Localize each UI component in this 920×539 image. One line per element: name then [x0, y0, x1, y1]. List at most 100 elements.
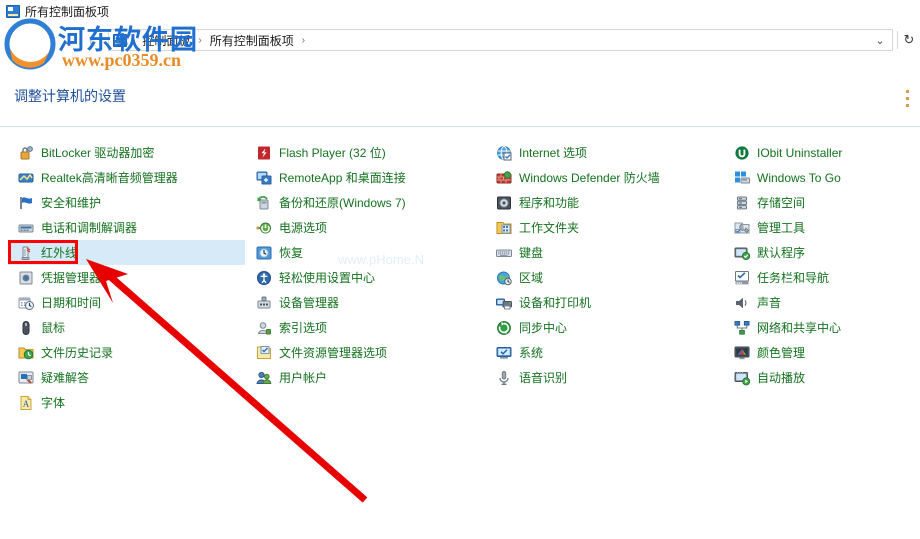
column-3: Internet 选项 Windows Defender 防火墙 程序和功能 工… — [492, 140, 724, 390]
control-panel-item-label: 凭据管理器 — [41, 271, 102, 285]
control-panel-item[interactable]: 网络和共享中心 — [730, 315, 915, 340]
realtek-audio-icon — [18, 170, 34, 186]
control-panel-item-label: 网络和共享中心 — [757, 321, 842, 335]
control-panel-item-label: 默认程序 — [757, 246, 806, 260]
date-time-icon — [18, 295, 34, 311]
control-panel-item[interactable]: 管理工具 — [730, 215, 915, 240]
system-icon — [496, 345, 512, 361]
control-panel-item-label: 存储空间 — [757, 196, 806, 210]
header-divider — [0, 126, 920, 127]
control-panel-item[interactable]: 安全和维护 — [14, 190, 246, 215]
address-field[interactable]: › 控制面板 › 所有控制面板项 › ⌄ — [108, 29, 893, 51]
control-panel-item[interactable]: 默认程序 — [730, 240, 915, 265]
control-panel-item[interactable]: 电源选项 — [252, 215, 490, 240]
control-panel-item-label: RemoteApp 和桌面连接 — [279, 171, 406, 185]
indexing-options-icon — [256, 320, 272, 336]
breadcrumb-separator-end[interactable]: › — [301, 35, 306, 46]
refresh-icon[interactable]: ↻ — [898, 30, 920, 50]
control-panel-item-label: 设备管理器 — [279, 296, 340, 310]
control-panel-item-label: 轻松使用设置中心 — [279, 271, 376, 285]
control-panel-item-label: 工作文件夹 — [519, 221, 580, 235]
control-panel-item[interactable]: 声音 — [730, 290, 915, 315]
sync-center-icon — [496, 320, 512, 336]
control-panel-item-label: IObit Uninstaller — [757, 145, 843, 160]
control-panel-item[interactable]: Windows To Go — [730, 165, 915, 190]
control-panel-item[interactable]: 轻松使用设置中心 — [252, 265, 490, 290]
control-panel-item-label: 疑难解答 — [41, 371, 90, 385]
administrative-tools-icon — [734, 220, 750, 236]
svg-text:A: A — [23, 399, 30, 409]
control-panel-item[interactable]: 日期和时间 — [14, 290, 246, 315]
control-panel-item-label: 鼠标 — [41, 321, 66, 335]
control-panel-item[interactable]: Flash Player (32 位) — [252, 140, 490, 165]
window-title: 所有控制面板项 — [25, 4, 110, 19]
address-right-controls: ⌄ — [870, 30, 890, 50]
control-panel-item[interactable]: 电话和调制解调器 — [14, 215, 246, 240]
device-manager-icon — [256, 295, 272, 311]
control-panel-item[interactable]: Realtek高清晰音频管理器 — [14, 165, 246, 190]
control-panel-item-label: Flash Player (32 位) — [279, 146, 386, 160]
control-panel-item[interactable]: 设备管理器 — [252, 290, 490, 315]
control-panel-item-label: 备份和还原(Windows 7) — [279, 196, 406, 210]
control-panel-item-label: 文件资源管理器选项 — [279, 346, 388, 360]
control-panel-item[interactable]: 系统 — [492, 340, 724, 365]
control-panel-item-label: 恢复 — [279, 246, 304, 260]
control-panel-item[interactable]: 存储空间 — [730, 190, 915, 215]
control-panel-item[interactable]: 文件历史记录 — [14, 340, 246, 365]
column-1: BitLocker 驱动器加密 Realtek高清晰音频管理器 安全和维护 电话… — [14, 140, 246, 415]
chevron-down-icon[interactable]: ⌄ — [870, 30, 890, 50]
control-panel-item[interactable]: Windows Defender 防火墙 — [492, 165, 724, 190]
region-icon — [496, 270, 512, 286]
breadcrumb-all-items[interactable]: 所有控制面板项 — [206, 31, 298, 50]
control-panel-item[interactable]: 键盘 — [492, 240, 724, 265]
control-panel-item[interactable]: 颜色管理 — [730, 340, 915, 365]
default-programs-icon — [734, 245, 751, 261]
keyboard-icon — [496, 245, 512, 261]
control-panel-item[interactable]: 文件资源管理器选项 — [252, 340, 490, 365]
control-panel-item-label: 声音 — [757, 296, 782, 310]
control-panel-item[interactable]: 索引选项 — [252, 315, 490, 340]
control-panel-item[interactable]: 备份和还原(Windows 7) — [252, 190, 490, 215]
control-panel-item[interactable]: A 字体 — [14, 390, 246, 415]
control-panel-item[interactable]: BitLocker 驱动器加密 — [14, 140, 246, 165]
control-panel-item-label: 管理工具 — [757, 221, 806, 235]
remoteapp-icon — [256, 170, 272, 186]
control-panel-items: BitLocker 驱动器加密 Realtek高清晰音频管理器 安全和维护 电话… — [0, 140, 920, 470]
storage-spaces-icon — [734, 195, 750, 211]
fonts-icon: A — [18, 395, 34, 411]
flag-icon — [18, 195, 34, 211]
control-panel-item[interactable]: 用户帐户 — [252, 365, 490, 390]
control-panel-item-label: 区域 — [519, 271, 544, 285]
control-panel-item[interactable]: 工作文件夹 — [492, 215, 724, 240]
control-panel-item-label: 文件历史记录 — [41, 346, 114, 360]
watermark-logo-icon — [4, 18, 56, 70]
control-panel-item[interactable]: IObit Uninstaller — [730, 140, 915, 165]
control-panel-item[interactable]: 任务栏和导航 — [730, 265, 915, 290]
watermark-faint: www.pHome.N — [338, 252, 424, 267]
control-panel-item[interactable]: 同步中心 — [492, 315, 724, 340]
control-panel-item-label: 键盘 — [519, 246, 544, 260]
control-panel-item-label: 设备和打印机 — [519, 296, 592, 310]
control-panel-item-label: Windows To Go — [757, 170, 841, 185]
file-history-icon — [18, 345, 34, 361]
control-panel-item-label: 安全和维护 — [41, 196, 102, 210]
sound-icon — [734, 295, 750, 311]
credential-manager-icon — [18, 270, 34, 286]
control-panel-item[interactable]: 程序和功能 — [492, 190, 724, 215]
control-panel-item[interactable]: 疑难解答 — [14, 365, 246, 390]
control-panel-item[interactable]: 设备和打印机 — [492, 290, 724, 315]
mouse-icon — [18, 320, 34, 336]
breadcrumb-separator: › — [198, 34, 202, 46]
control-panel-item-label: 索引选项 — [279, 321, 328, 335]
control-panel-item[interactable]: 自动播放 — [730, 365, 915, 390]
control-panel-item-label: 字体 — [41, 396, 66, 410]
control-panel-item[interactable]: 区域 — [492, 265, 724, 290]
control-panel-item[interactable]: 语音识别 — [492, 365, 724, 390]
control-panel-item[interactable]: RemoteApp 和桌面连接 — [252, 165, 490, 190]
control-panel-item[interactable]: Internet 选项 — [492, 140, 724, 165]
highlight-box-infrared — [8, 240, 78, 264]
work-folders-icon — [496, 220, 512, 236]
control-panel-item[interactable]: 凭据管理器 — [14, 265, 246, 290]
control-panel-item[interactable]: 鼠标 — [14, 315, 246, 340]
internet-options-icon — [496, 145, 512, 161]
